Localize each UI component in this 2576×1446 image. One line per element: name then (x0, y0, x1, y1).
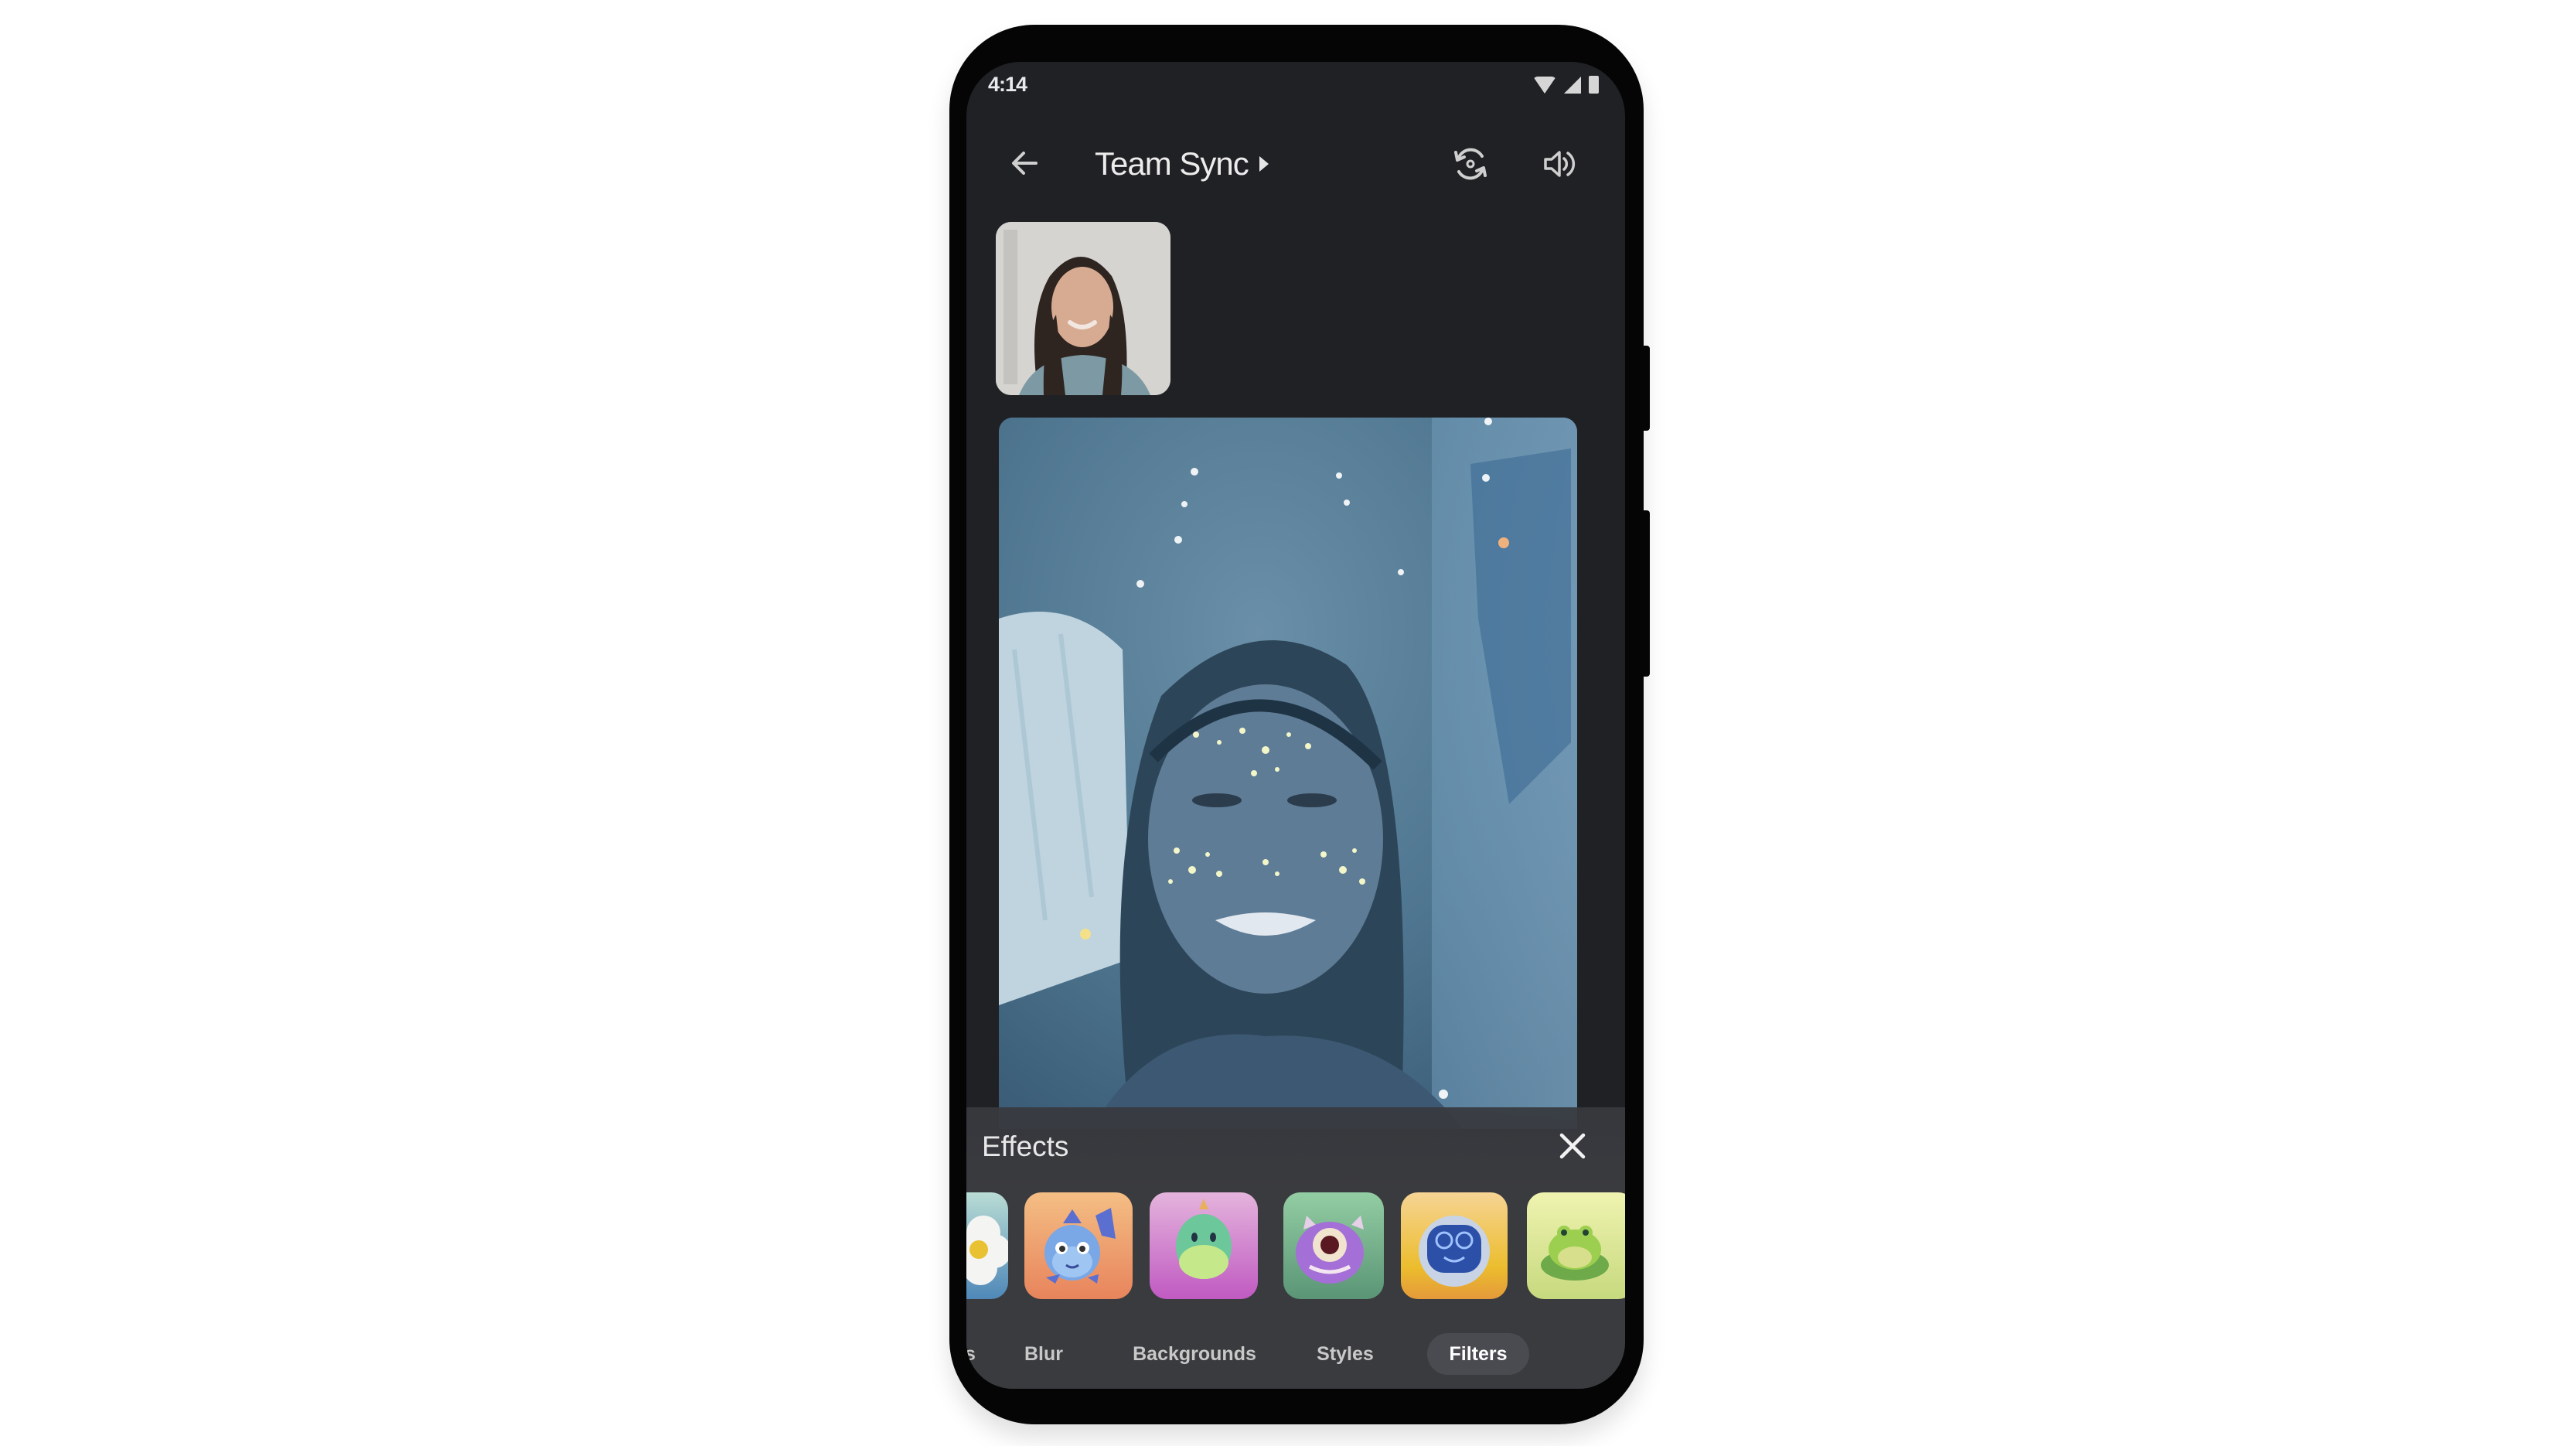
effect-tile-flower[interactable] (966, 1192, 1008, 1299)
flower-icon (966, 1192, 1008, 1299)
call-screen: 4:14 Team Sync Effects s Blur Background… (966, 62, 1625, 1389)
participant-thumbnail[interactable] (996, 222, 1170, 395)
volume-rocker (1641, 510, 1650, 677)
battery-icon (1589, 76, 1599, 94)
speaker-video-with-filter (999, 418, 1577, 1129)
camera-flip-icon (1454, 148, 1487, 180)
power-button (1641, 346, 1650, 431)
volume-icon (1544, 151, 1576, 177)
participant-video (996, 222, 1170, 395)
robot-icon (1401, 1192, 1508, 1299)
wifi-icon (1533, 76, 1556, 94)
tab-partial[interactable]: s (966, 1333, 982, 1375)
effects-category-tabs: s Blur Backgrounds Styles Filters (966, 1333, 1625, 1375)
effect-tile-dinosaur[interactable] (1150, 1192, 1258, 1299)
fish-icon (1024, 1192, 1133, 1299)
close-icon (1559, 1133, 1586, 1159)
arrow-left-icon (1012, 152, 1038, 175)
cell-signal-icon (1564, 76, 1581, 94)
call-title-button[interactable]: Team Sync (1095, 145, 1269, 182)
status-time: 4:14 (988, 73, 1027, 96)
monster-icon (1283, 1192, 1384, 1299)
effects-carousel[interactable] (966, 1192, 1625, 1301)
tab-styles[interactable]: Styles (1299, 1333, 1392, 1375)
effect-tile-frog[interactable] (1527, 1192, 1625, 1299)
back-button[interactable] (1005, 144, 1044, 182)
effects-sheet: Effects s Blur Backgrounds Styles Filter… (966, 1107, 1625, 1389)
call-title: Team Sync (1095, 145, 1249, 182)
effect-tile-monster[interactable] (1283, 1192, 1384, 1299)
tab-filters[interactable]: Filters (1427, 1333, 1529, 1375)
tab-backgrounds[interactable]: Backgrounds (1113, 1333, 1276, 1375)
dinosaur-icon (1150, 1192, 1258, 1299)
caret-right-icon (1259, 156, 1269, 172)
effect-tile-robot[interactable] (1401, 1192, 1508, 1299)
tab-blur[interactable]: Blur (1005, 1333, 1082, 1375)
speaker-button[interactable] (1536, 141, 1583, 187)
close-effects-button[interactable] (1557, 1131, 1588, 1161)
top-app-bar: Team Sync (966, 124, 1625, 201)
frog-icon (1527, 1192, 1625, 1299)
flip-camera-button[interactable] (1447, 141, 1494, 187)
status-icons (1533, 76, 1599, 94)
effect-tile-fish[interactable] (1024, 1192, 1133, 1299)
main-video-feed[interactable] (999, 418, 1577, 1129)
effects-title: Effects (982, 1131, 1069, 1162)
